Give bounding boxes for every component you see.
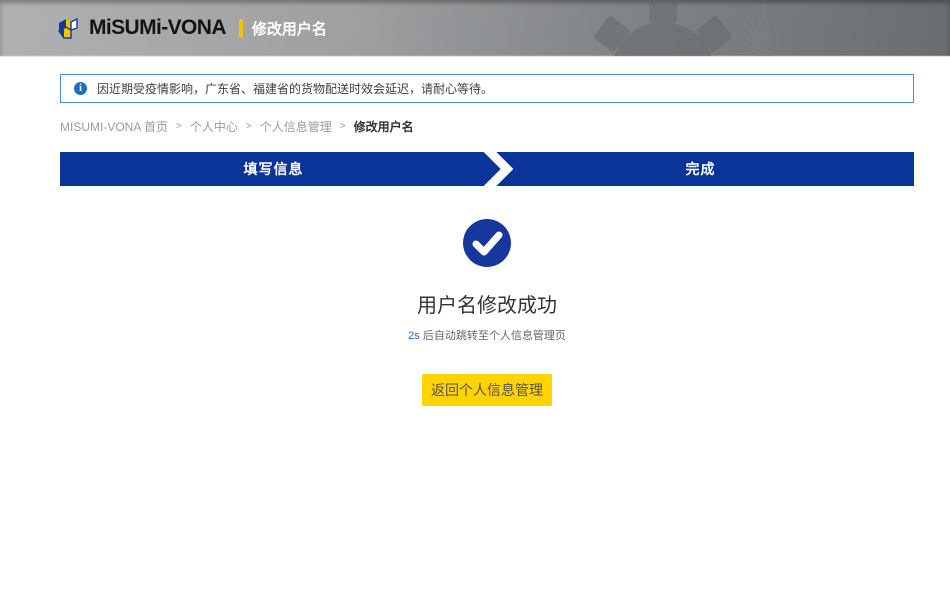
step-fill-info-label: 填写信息 bbox=[243, 161, 304, 177]
breadcrumb-current-page: 修改用户名 bbox=[353, 120, 414, 134]
step-complete: 完成 bbox=[487, 152, 914, 186]
header: MiSUMi-VONA 修改用户名 bbox=[0, 0, 950, 57]
breadcrumb-personal-center-link[interactable]: 个人中心 bbox=[190, 118, 238, 135]
title-divider bbox=[238, 18, 243, 38]
page-title: 修改用户名 bbox=[251, 20, 327, 38]
gear-decoration bbox=[594, 0, 772, 56]
countdown-value: 2s bbox=[408, 330, 420, 342]
breadcrumb: MISUMI-VONA 首页 > 个人中心 > 个人信息管理 > 修改用户名 bbox=[60, 118, 914, 135]
step-complete-label: 完成 bbox=[685, 161, 716, 177]
logo-text: MiSUMi-VONA bbox=[89, 16, 227, 39]
breadcrumb-profile-management-link[interactable]: 个人信息管理 bbox=[260, 118, 332, 135]
misumi-logo-icon bbox=[57, 16, 83, 40]
breadcrumb-home-link[interactable]: MISUMI-VONA 首页 bbox=[60, 118, 168, 135]
chevron-right-icon bbox=[483, 152, 514, 186]
redirect-text: 后自动跳转至个人信息管理页 bbox=[422, 330, 566, 342]
main-content: i 因近期受疫情影响，广东省、福建省的货物配送时效会延迟，请耐心等待。 MISU… bbox=[0, 74, 950, 406]
notice-text: 因近期受疫情影响，广东省、福建省的货物配送时效会延迟，请耐心等待。 bbox=[97, 82, 494, 96]
breadcrumb-separator: > bbox=[245, 121, 252, 132]
brand[interactable]: MiSUMi-VONA bbox=[57, 16, 227, 40]
info-icon: i bbox=[74, 82, 87, 95]
success-title: 用户名修改成功 bbox=[417, 295, 557, 317]
success-check-icon bbox=[463, 219, 511, 267]
progress-steps: 填写信息 完成 bbox=[60, 152, 914, 186]
step-fill-info: 填写信息 bbox=[60, 152, 487, 186]
result-section: 用户名修改成功 2s 后自动跳转至个人信息管理页 返回个人信息管理 bbox=[60, 219, 914, 406]
breadcrumb-separator: > bbox=[176, 121, 182, 132]
breadcrumb-separator: > bbox=[339, 121, 346, 132]
notice-banner: i 因近期受疫情影响，广东省、福建省的货物配送时效会延迟，请耐心等待。 bbox=[60, 74, 914, 103]
return-profile-button[interactable]: 返回个人信息管理 bbox=[422, 374, 552, 406]
redirect-message: 2s 后自动跳转至个人信息管理页 bbox=[60, 327, 914, 343]
